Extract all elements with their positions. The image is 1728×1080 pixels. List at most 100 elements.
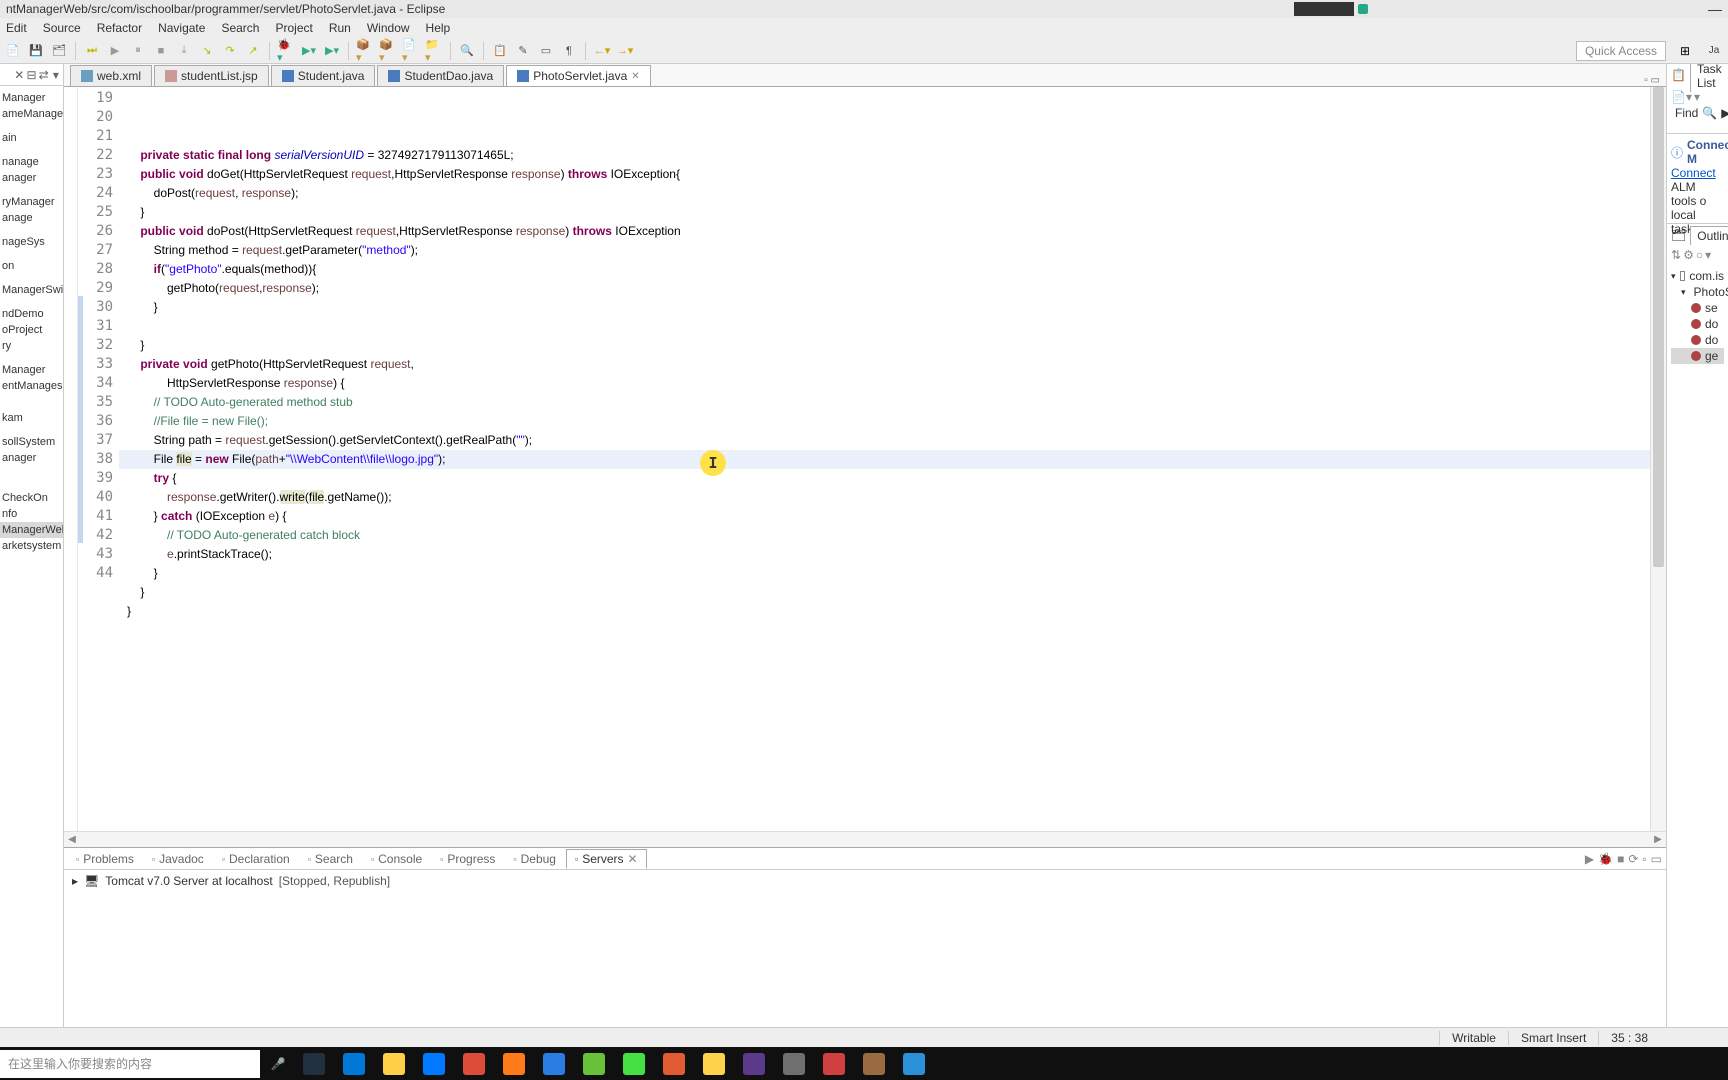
project-item[interactable]: ManagerWeb: [0, 522, 63, 538]
menu-refactor[interactable]: Refactor: [97, 21, 142, 35]
chevron-down-icon[interactable]: ▾: [1671, 271, 1676, 282]
taskbar-app[interactable]: [616, 1050, 652, 1078]
servers-view[interactable]: ▸ 🖥 Tomcat v7.0 Server at localhost [Sto…: [64, 870, 1666, 1047]
outline-sort-icon[interactable]: ⇅: [1671, 248, 1681, 262]
scroll-left-icon[interactable]: ◀: [64, 834, 80, 845]
close-icon[interactable]: ✕: [628, 852, 638, 866]
project-item[interactable]: anage: [0, 210, 63, 226]
project-item[interactable]: [0, 250, 63, 258]
taskbar-app[interactable]: [296, 1050, 332, 1078]
project-item[interactable]: ndDemo: [0, 306, 63, 322]
perspective-java-icon[interactable]: Ja: [1704, 41, 1724, 61]
tasklist-title[interactable]: Task List: [1690, 64, 1728, 92]
project-item[interactable]: ry: [0, 338, 63, 354]
project-item[interactable]: anager: [0, 450, 63, 466]
editor-tab[interactable]: studentList.jsp: [154, 65, 269, 86]
run-icon[interactable]: ▶▾: [300, 42, 318, 60]
project-item[interactable]: [0, 354, 63, 362]
step-into-icon[interactable]: ↘: [198, 42, 216, 60]
editor-tab[interactable]: Student.java: [271, 65, 376, 86]
project-tree[interactable]: ManagerameManagerainnanageanagerryManage…: [0, 86, 63, 554]
outline-item[interactable]: do: [1671, 316, 1724, 332]
taskbar-app[interactable]: [656, 1050, 692, 1078]
outline-menu-icon[interactable]: ▾: [1705, 248, 1711, 262]
search-icon[interactable]: 🔍: [458, 42, 476, 60]
bottom-tab-console[interactable]: ▫Console: [363, 850, 430, 868]
project-item[interactable]: Manager: [0, 90, 63, 106]
debug-resume-icon[interactable]: ▶: [106, 42, 124, 60]
project-item[interactable]: [0, 402, 63, 410]
new-project-icon[interactable]: 📦▾: [356, 42, 374, 60]
outline-title[interactable]: Outline: [1690, 226, 1728, 245]
debug-stop-icon[interactable]: ■: [152, 42, 170, 60]
quick-access-input[interactable]: Quick Access: [1576, 41, 1666, 61]
toggle-breadcrumb-icon[interactable]: 📋: [491, 42, 509, 60]
outline-tree[interactable]: ▾com.is▾PhotoSsedodoge: [1667, 264, 1728, 368]
server-row[interactable]: ▸ 🖥 Tomcat v7.0 Server at localhost [Sto…: [72, 874, 1658, 888]
bottom-tab-problems[interactable]: ▫Problems: [68, 850, 142, 868]
task-menu-icon[interactable]: ▾: [1694, 90, 1700, 104]
menu-search[interactable]: Search: [221, 21, 259, 35]
taskbar-app[interactable]: [776, 1050, 812, 1078]
toggle-block-icon[interactable]: ▭: [537, 42, 555, 60]
step-over-icon[interactable]: ↷: [221, 42, 239, 60]
project-item[interactable]: arketsystem: [0, 538, 63, 554]
project-item[interactable]: sollSystem: [0, 434, 63, 450]
project-item[interactable]: nageSys: [0, 234, 63, 250]
outline-filter-icon[interactable]: ⚙: [1683, 248, 1694, 262]
project-item[interactable]: ameManager: [0, 106, 63, 122]
project-item[interactable]: [0, 226, 63, 234]
save-all-icon[interactable]: 🗂: [50, 42, 68, 60]
project-item[interactable]: [0, 426, 63, 434]
bottom-tab-search[interactable]: ▫Search: [300, 850, 361, 868]
vertical-scrollbar[interactable]: [1650, 87, 1666, 831]
debug-disconnect-icon[interactable]: ⤓: [175, 42, 193, 60]
project-item[interactable]: [0, 482, 63, 490]
project-item[interactable]: ain: [0, 130, 63, 146]
project-item[interactable]: [0, 146, 63, 154]
collapse-icon[interactable]: ⊟: [26, 68, 36, 82]
close-icon[interactable]: ✕: [631, 71, 639, 82]
outline-item[interactable]: se: [1671, 300, 1724, 316]
taskbar-app[interactable]: [416, 1050, 452, 1078]
back-icon[interactable]: ←▾: [593, 42, 611, 60]
menu-icon[interactable]: ▾: [51, 68, 61, 82]
menu-source[interactable]: Source: [43, 21, 81, 35]
outline-item[interactable]: ▾com.is: [1671, 268, 1724, 284]
scroll-right-icon[interactable]: ▶: [1650, 834, 1666, 845]
project-item[interactable]: on: [0, 258, 63, 274]
taskbar-app[interactable]: [336, 1050, 372, 1078]
bottom-tab-javadoc[interactable]: ▫Javadoc: [144, 850, 212, 868]
taskbar-app[interactable]: [736, 1050, 772, 1078]
taskbar-app[interactable]: [816, 1050, 852, 1078]
connect-link[interactable]: Connect: [1671, 166, 1716, 180]
cortana-mic-icon[interactable]: 🎤: [262, 1050, 294, 1078]
menu-edit[interactable]: Edit: [6, 21, 27, 35]
project-item[interactable]: ryManager: [0, 194, 63, 210]
project-item[interactable]: oProject: [0, 322, 63, 338]
code-lines[interactable]: private static final long serialVersionU…: [119, 87, 1650, 831]
bottom-tab-servers[interactable]: ▫Servers✕: [566, 849, 647, 869]
outline-hide-icon[interactable]: ○: [1696, 248, 1703, 262]
servers-start-icon[interactable]: ▶: [1585, 852, 1594, 866]
outline-item[interactable]: do: [1671, 332, 1724, 348]
taskbar-app[interactable]: [376, 1050, 412, 1078]
toggle-ws-icon[interactable]: ¶: [560, 42, 578, 60]
run-ext-icon[interactable]: ▶▾: [323, 42, 341, 60]
save-icon[interactable]: 💾: [27, 42, 45, 60]
project-item[interactable]: entManages: [0, 378, 63, 394]
project-item[interactable]: anager: [0, 170, 63, 186]
taskbar-search[interactable]: 在这里输入你要搜索的内容: [0, 1050, 260, 1078]
taskbar-app[interactable]: [576, 1050, 612, 1078]
fwd-icon[interactable]: →▾: [616, 42, 634, 60]
task-new-icon[interactable]: 📄▾: [1671, 90, 1692, 104]
bottom-tab-debug[interactable]: ▫Debug: [505, 850, 564, 868]
project-item[interactable]: [0, 394, 63, 402]
project-item[interactable]: [0, 474, 63, 482]
view-minimize-icon[interactable]: ▫: [1642, 852, 1646, 866]
project-item[interactable]: ManagerSwing: [0, 282, 63, 298]
new-class-icon[interactable]: 📄▾: [402, 42, 420, 60]
menu-run[interactable]: Run: [329, 21, 351, 35]
taskbar-app[interactable]: [856, 1050, 892, 1078]
chevron-down-icon[interactable]: ▾: [1681, 287, 1686, 298]
